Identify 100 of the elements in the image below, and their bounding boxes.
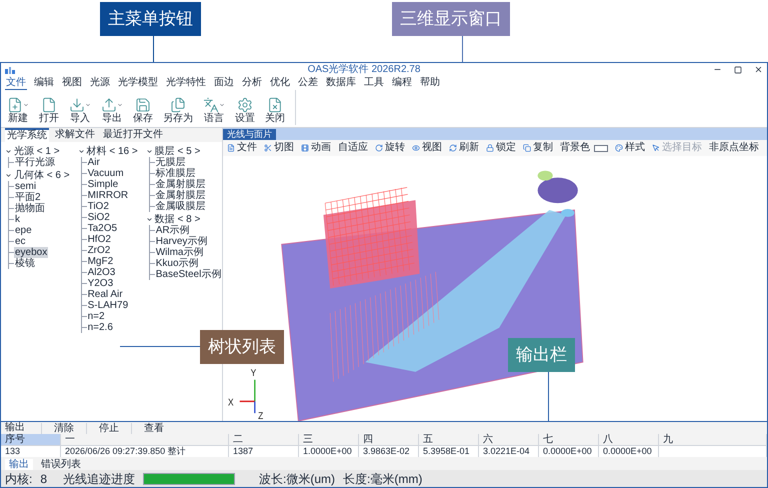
output-tab[interactable]: 输出	[5, 459, 33, 470]
tree-item[interactable]: n=2	[86, 311, 106, 322]
tree-item[interactable]: Real Air	[86, 289, 124, 300]
menu-item[interactable]: 视图	[61, 77, 83, 89]
menu-item[interactable]: 分析	[241, 77, 263, 89]
tree-item[interactable]: 平面2	[14, 192, 42, 203]
tree-item[interactable]: 棱镜	[14, 258, 36, 269]
tree-item[interactable]: Wilma示例	[154, 247, 204, 258]
tree-item[interactable]: ec	[14, 236, 27, 247]
menu-item[interactable]: 公差	[297, 77, 319, 89]
tree-item[interactable]: semi	[14, 181, 38, 192]
tree-item[interactable]: 数据 < 8 >	[154, 214, 200, 225]
ribbon-button[interactable]: 语言	[201, 97, 227, 125]
tree-item[interactable]: BaseSteel示例	[154, 269, 222, 280]
menu-item[interactable]: 数据库	[325, 77, 357, 89]
ribbon-button[interactable]: 关闭	[263, 97, 287, 125]
column-header: 七	[539, 434, 599, 445]
toolbar-button[interactable]: 背景色	[560, 142, 608, 154]
tree-item[interactable]: 膜层 < 5 >	[154, 146, 200, 157]
tree-item[interactable]: ZrO2	[86, 245, 112, 256]
menu-item[interactable]: 光学特性	[165, 77, 207, 89]
tree-item[interactable]: 金属射膜层	[154, 179, 207, 190]
status-label: 波长:微米(um)	[259, 472, 336, 486]
panel-tab[interactable]: 最近打开文件	[101, 129, 165, 141]
toolbar-button[interactable]: 锁定	[486, 142, 516, 154]
ribbon-button[interactable]: 另存为	[161, 97, 195, 125]
tree-item[interactable]: Y2O3	[86, 278, 114, 289]
column-header: 一	[61, 434, 229, 445]
maximize-icon[interactable]	[734, 66, 742, 74]
tree-item[interactable]: AR示例	[154, 225, 191, 236]
ribbon-icon	[170, 97, 186, 113]
tree-item[interactable]: 金属射膜层	[154, 190, 207, 201]
tree-item[interactable]: 金属吸膜层	[154, 201, 207, 212]
tree-item[interactable]: k	[14, 214, 21, 225]
tree-item[interactable]: MIRROR	[86, 190, 130, 201]
toolbar-button[interactable]: 刷新	[449, 142, 479, 154]
toolbar-button[interactable]: 旋转	[375, 142, 405, 154]
output-tab[interactable]: 错误列表	[37, 459, 85, 470]
tree-item[interactable]: Harvey示例	[154, 236, 208, 247]
menu-item[interactable]: 面边	[213, 77, 235, 89]
expand-icon[interactable]	[146, 148, 153, 155]
tree-item[interactable]: Kkuo示例	[154, 258, 200, 269]
expand-icon[interactable]	[5, 148, 12, 155]
panel-tab[interactable]: 光学系统	[5, 128, 49, 142]
tree-item[interactable]: 无膜层	[154, 157, 187, 168]
tree-item[interactable]: 材料 < 16 >	[86, 146, 138, 157]
ribbon-button[interactable]: 设置	[233, 97, 257, 125]
toolbar-icon	[412, 144, 420, 152]
ribbon-button[interactable]: 导入	[67, 97, 93, 125]
ribbon-icon	[69, 97, 85, 113]
toolbar-button[interactable]: 自适应	[338, 142, 368, 154]
ribbon-icon	[267, 97, 283, 113]
panel-tab[interactable]: 求解文件	[53, 129, 97, 141]
menu-item[interactable]: 光学模型	[117, 77, 159, 89]
tree-item[interactable]: 几何体 < 6 >	[14, 170, 70, 181]
tree-item[interactable]: Al2O3	[86, 267, 116, 278]
close-icon[interactable]	[754, 65, 763, 74]
tree-item[interactable]: 抛物面	[14, 203, 46, 214]
toolbar-button[interactable]: 非原点坐标	[709, 142, 759, 154]
toolbar-button[interactable]: 切图	[264, 142, 294, 154]
toolbar-button[interactable]: 视图	[412, 142, 442, 154]
tree-item[interactable]: SiO2	[86, 212, 111, 223]
tree-item[interactable]: Ta2O5	[86, 223, 118, 234]
tree-item[interactable]: S-LAH79	[86, 300, 130, 311]
status-value: 8	[40, 472, 48, 486]
toolbar-icon	[615, 144, 623, 152]
menu-item[interactable]: 编程	[391, 77, 413, 89]
ribbon-button[interactable]: 导出	[99, 97, 125, 125]
ribbon-button[interactable]: 保存	[131, 97, 155, 125]
ribbon-button[interactable]: 打开	[37, 97, 61, 125]
tree-item[interactable]: Air	[86, 157, 101, 168]
axis-label: X	[228, 396, 234, 408]
view-tab[interactable]: 光线与面片	[223, 129, 276, 140]
tree-item[interactable]: 平行光源	[14, 157, 56, 168]
column-header: 四	[359, 434, 419, 445]
expand-icon[interactable]	[146, 216, 153, 223]
tree-item[interactable]: 光源 < 1 >	[14, 146, 60, 157]
toolbar-icon	[652, 144, 660, 152]
tree-item[interactable]: TiO2	[86, 201, 110, 212]
tree-item[interactable]: n=2.6	[86, 322, 114, 333]
toolbar-button[interactable]: 动画	[301, 142, 331, 154]
tree-item[interactable]: MgF2	[86, 256, 114, 267]
tree-item[interactable]: Vacuum	[86, 168, 125, 179]
toolbar-button[interactable]: 样式	[615, 142, 645, 154]
panel-title: 输出	[4, 422, 26, 434]
tree-item[interactable]: Simple	[86, 179, 120, 190]
menu-item[interactable]: 工具	[363, 77, 385, 89]
tree-item[interactable]: eyebox	[14, 247, 48, 258]
expand-icon[interactable]	[5, 172, 12, 179]
toolbar-button[interactable]: 复制	[523, 142, 553, 154]
menu-item[interactable]: 帮助	[419, 77, 441, 89]
ribbon-button[interactable]: 新建	[5, 97, 31, 125]
menu-item[interactable]: 优化	[269, 77, 291, 89]
menu-item[interactable]: 光源	[89, 77, 111, 89]
tree-item[interactable]: 标准膜层	[154, 168, 197, 179]
tree-item[interactable]: HfO2	[86, 234, 112, 245]
expand-icon[interactable]	[78, 148, 85, 155]
menu-item[interactable]: 编辑	[33, 77, 55, 89]
toolbar-button[interactable]: 文件	[227, 142, 257, 154]
tree-item[interactable]: epe	[14, 225, 33, 236]
